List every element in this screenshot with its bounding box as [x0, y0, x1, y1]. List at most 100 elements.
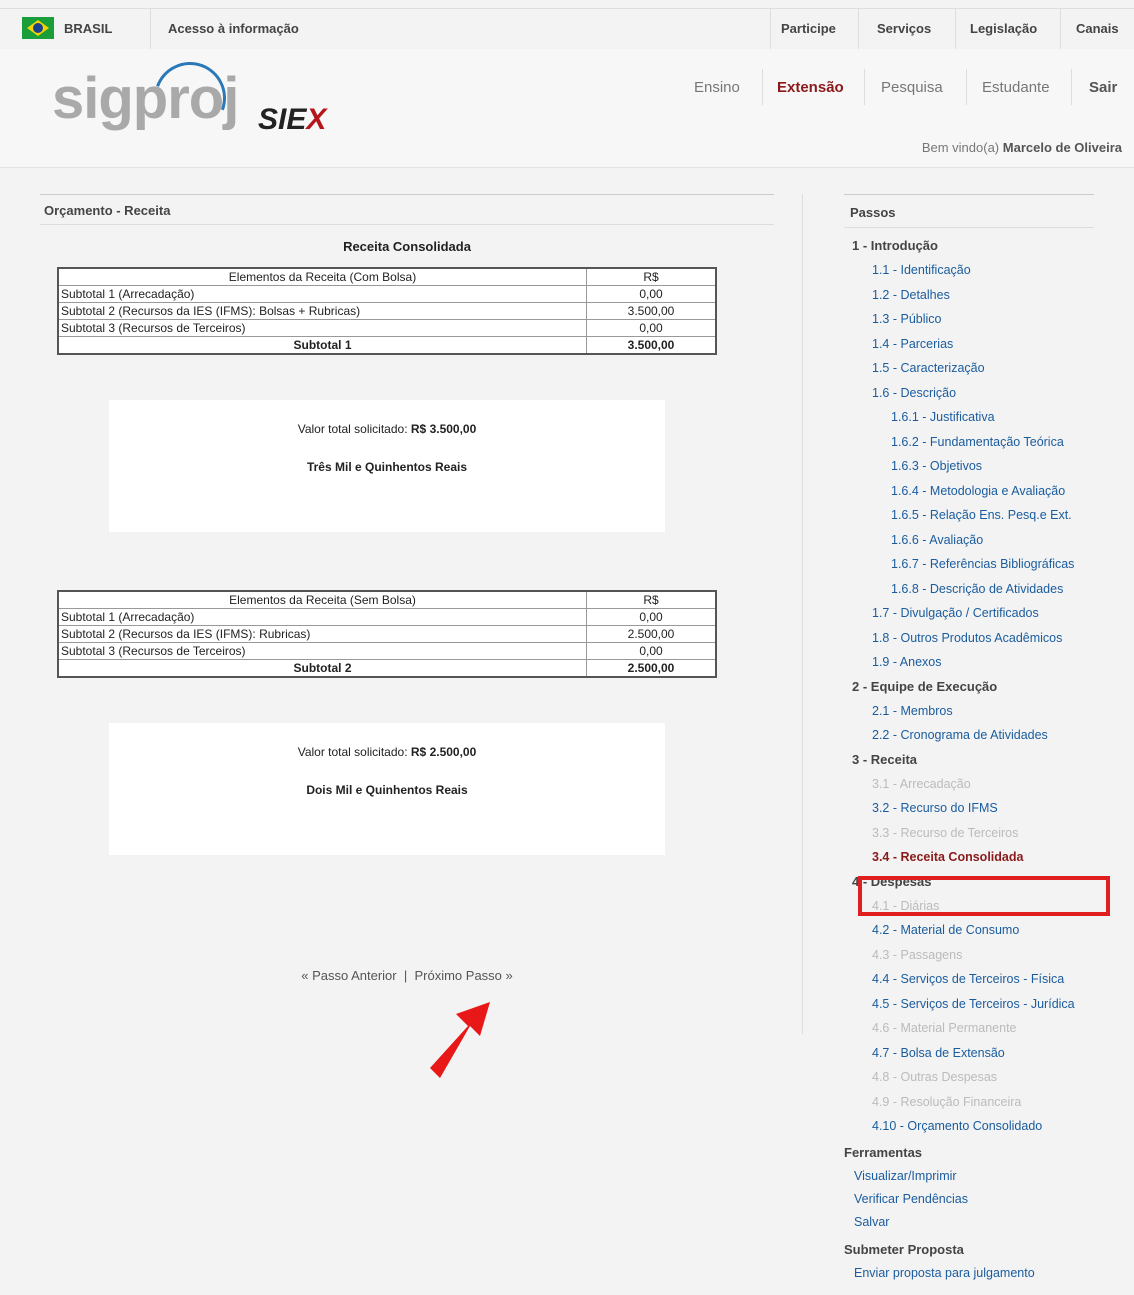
- sidebar-step-item[interactable]: 1.3 - Público: [844, 307, 1094, 332]
- gov-brasil-link[interactable]: BRASIL: [64, 21, 112, 36]
- sidebar-step-item[interactable]: 1.7 - Divulgação / Certificados: [844, 601, 1094, 626]
- steps-sidebar: Passos 1 - Introdução 1.1 - Identificação…: [844, 194, 1094, 1285]
- section-title: Orçamento - Receita: [40, 194, 774, 225]
- divider: [864, 69, 865, 105]
- sidebar-step-item[interactable]: 4.5 - Serviços de Terceiros - Jurídica: [844, 992, 1094, 1017]
- table-row: Subtotal 2 (Recursos da IES (IFMS): Bols…: [57, 302, 717, 320]
- receita-title: Receita Consolidada: [343, 239, 471, 254]
- table-row: Subtotal 2 (Recursos da IES (IFMS): Rubr…: [57, 625, 717, 643]
- sidebar-step-item[interactable]: 1.6.7 - Referências Bibliográficas: [844, 552, 1094, 577]
- divider: [858, 9, 859, 49]
- valor-extenso: Dois Mil e Quinhentos Reais: [306, 783, 468, 797]
- welcome-message: Bem vindo(a) Marcelo de Oliveira: [921, 140, 1122, 155]
- valor-extenso: Três Mil e Quinhentos Reais: [306, 460, 468, 474]
- table-row: Subtotal 1 (Arrecadação) 0,00: [57, 285, 717, 303]
- sidebar-step-item[interactable]: 1.6.5 - Relação Ens. Pesq.e Ext.: [844, 503, 1094, 528]
- sidebar-step-item[interactable]: 1.9 - Anexos: [844, 650, 1094, 675]
- sidebar-step-item[interactable]: 1.6 - Descrição: [844, 381, 1094, 406]
- table-header-cell: R$: [586, 267, 717, 286]
- divider: [762, 69, 763, 105]
- nav-extensao[interactable]: Extensão: [777, 79, 844, 96]
- sidebar-step-item[interactable]: 3.2 - Recurso do IFMS: [844, 796, 1094, 821]
- valor-total-line: Valor total solicitado: R$ 3.500,00: [297, 422, 477, 436]
- sidebar-step-item[interactable]: 1.1 - Identificação: [844, 258, 1094, 283]
- sidebar-step-item[interactable]: 1.6.3 - Objetivos: [844, 454, 1094, 479]
- table-cell: 0,00: [586, 319, 717, 337]
- participe-link[interactable]: Participe: [781, 21, 836, 36]
- sidebar-group-title: 2 - Equipe de Execução: [852, 678, 998, 694]
- sidebar-step-item: 4.9 - Resolução Financeira: [872, 1094, 1022, 1109]
- sidebar-step-item: 4.6 - Material Permanente: [872, 1021, 1017, 1035]
- sidebar-step-item[interactable]: 3.4 - Receita Consolidada: [844, 845, 1094, 870]
- siex-logo: SIEX: [258, 103, 327, 136]
- table-cell: 2.500,00: [586, 625, 717, 643]
- sidebar-step-item[interactable]: 1.6.2 - Fundamentação Teórica: [844, 430, 1094, 455]
- sidebar-group-title: 1 - Introdução: [852, 238, 938, 253]
- table-cell: Subtotal 1 (Arrecadação): [57, 608, 587, 626]
- sidebar-step-item[interactable]: 4.10 - Orçamento Consolidado: [844, 1114, 1094, 1139]
- sidebar-step-item[interactable]: 1.4 - Parcerias: [844, 332, 1094, 357]
- valor-total-value: R$ 2.500,00: [410, 745, 477, 759]
- submit-proposal-link[interactable]: Enviar proposta para julgamento: [844, 1262, 1094, 1285]
- table-cell: Subtotal 2 (Recursos da IES (IFMS): Bols…: [57, 302, 587, 320]
- valor-total-value: R$ 3.500,00: [410, 422, 477, 436]
- table-cell: Subtotal 3 (Recursos de Terceiros): [57, 319, 587, 337]
- table-cell: Subtotal 2 (Recursos da IES (IFMS): Rubr…: [57, 625, 587, 643]
- tool-link[interactable]: Salvar: [844, 1211, 1094, 1234]
- sidebar-step-item[interactable]: 1.5 - Caracterização: [844, 356, 1094, 381]
- nav-pesquisa[interactable]: Pesquisa: [881, 79, 943, 96]
- main-content: Orçamento - Receita Receita Consolidada …: [40, 194, 774, 855]
- sigproj-logo[interactable]: sigproj: [52, 65, 239, 132]
- tool-link[interactable]: Verificar Pendências: [844, 1188, 1094, 1211]
- receita-table-sem-bolsa: Elementos da Receita (Sem Bolsa) R$ Subt…: [57, 590, 717, 678]
- legislacao-link[interactable]: Legislação: [970, 21, 1037, 36]
- table-header-row: Elementos da Receita (Sem Bolsa) R$: [57, 590, 717, 609]
- pager-separator: |: [403, 968, 408, 983]
- sidebar-step-item[interactable]: 1.6.8 - Descrição de Atividades: [844, 577, 1094, 602]
- prev-step-link[interactable]: « Passo Anterior: [301, 968, 396, 983]
- sidebar-step-item: 4.8 - Outras Despesas: [872, 1070, 998, 1084]
- tools-title: Ferramentas: [844, 1144, 923, 1160]
- red-arrow-icon: [430, 1002, 490, 1078]
- sidebar-step-item[interactable]: 4.4 - Serviços de Terceiros - Física: [844, 967, 1094, 992]
- canais-link[interactable]: Canais: [1076, 21, 1119, 36]
- nav-estudante[interactable]: Estudante: [982, 79, 1050, 96]
- sidebar-step-item[interactable]: 2.2 - Cronograma de Atividades: [844, 723, 1094, 748]
- sidebar-step-item[interactable]: 2.1 - Membros: [844, 699, 1094, 724]
- sidebar-step-item: 4.3 - Passagens: [872, 947, 963, 962]
- table-cell: 3.500,00: [586, 302, 717, 320]
- table-cell: 0,00: [586, 285, 717, 303]
- table-header-cell: R$: [586, 590, 717, 609]
- submit-title: Submeter Proposta: [844, 1241, 964, 1257]
- brazil-flag-icon[interactable]: [22, 17, 54, 39]
- table-header-cell: Elementos da Receita (Sem Bolsa): [57, 590, 587, 609]
- divider: [966, 69, 967, 105]
- nav-ensino[interactable]: Ensino: [694, 79, 740, 96]
- sidebar-step-item: 3.1 - Arrecadação: [872, 776, 971, 791]
- receita-table-com-bolsa: Elementos da Receita (Com Bolsa) R$ Subt…: [57, 267, 717, 355]
- next-step-link[interactable]: Próximo Passo »: [414, 968, 512, 983]
- sidebar-step-item[interactable]: 1.2 - Detalhes: [844, 283, 1094, 308]
- highlight-box: [858, 876, 1110, 916]
- sidebar-step-item[interactable]: 4.7 - Bolsa de Extensão: [844, 1041, 1094, 1066]
- servicos-link[interactable]: Serviços: [877, 21, 931, 36]
- table-cell: Subtotal 2: [57, 659, 587, 678]
- valor-total-box: Valor total solicitado: R$ 3.500,00 Três…: [109, 400, 665, 532]
- sidebar-step-item[interactable]: 4.2 - Material de Consumo: [844, 918, 1094, 943]
- table-cell: 2.500,00: [586, 659, 717, 678]
- acesso-informacao-link[interactable]: Acesso à informação: [168, 21, 299, 36]
- table-cell: Subtotal 3 (Recursos de Terceiros): [57, 642, 587, 660]
- sidebar-step-item[interactable]: 1.6.1 - Justificativa: [844, 405, 1094, 430]
- table-row: Subtotal 1 (Arrecadação) 0,00: [57, 608, 717, 626]
- sidebar-groups: 1 - Introdução 1.1 - Identificação 1.2 - D…: [844, 234, 1094, 1139]
- divider: [1071, 69, 1072, 105]
- sidebar-step-item[interactable]: 1.6.4 - Metodologia e Avaliação: [844, 479, 1094, 504]
- tool-link[interactable]: Visualizar/Imprimir: [844, 1165, 1094, 1188]
- sidebar-step-item[interactable]: 1.6.6 - Avaliação: [844, 528, 1094, 553]
- divider: [770, 9, 771, 49]
- divider: [150, 9, 151, 49]
- sidebar-step-item[interactable]: 1.8 - Outros Produtos Acadêmicos: [844, 626, 1094, 651]
- divider: [955, 9, 956, 49]
- sidebar-group-title: 3 - Receita: [852, 751, 918, 767]
- nav-sair[interactable]: Sair: [1089, 79, 1117, 96]
